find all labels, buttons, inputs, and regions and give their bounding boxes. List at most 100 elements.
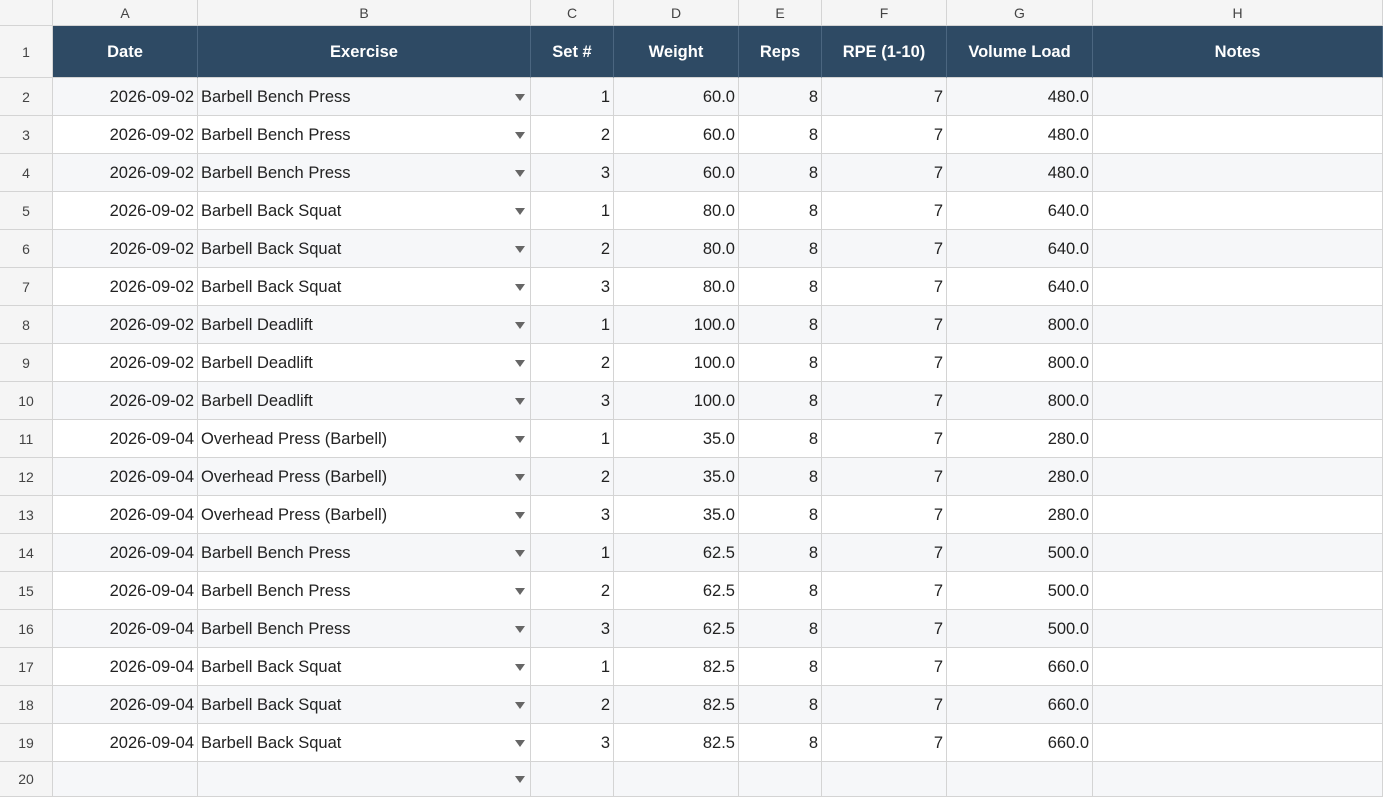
set-number-cell[interactable]: 2 — [531, 230, 614, 268]
rpe-cell[interactable]: 7 — [822, 572, 947, 610]
set-number-cell[interactable]: 3 — [531, 268, 614, 306]
date-cell[interactable]: 2026-09-04 — [53, 648, 198, 686]
rpe-cell[interactable]: 7 — [822, 382, 947, 420]
reps-cell[interactable]: 8 — [739, 154, 822, 192]
weight-cell[interactable]: 60.0 — [614, 78, 739, 116]
header-cell-volume[interactable]: Volume Load — [947, 26, 1093, 78]
date-cell[interactable]: 2026-09-04 — [53, 534, 198, 572]
reps-cell[interactable]: 8 — [739, 192, 822, 230]
weight-cell[interactable]: 100.0 — [614, 344, 739, 382]
header-cell-notes[interactable]: Notes — [1093, 26, 1383, 78]
rpe-cell[interactable]: 7 — [822, 610, 947, 648]
row-header-10[interactable]: 10 — [0, 382, 53, 420]
set-number-cell[interactable]: 3 — [531, 496, 614, 534]
column-header-e[interactable]: E — [739, 0, 822, 26]
chevron-down-icon[interactable] — [515, 283, 525, 291]
row-header-14[interactable]: 14 — [0, 534, 53, 572]
date-cell[interactable]: 2026-09-02 — [53, 268, 198, 306]
chevron-down-icon[interactable] — [515, 701, 525, 709]
weight-cell[interactable]: 80.0 — [614, 230, 739, 268]
date-cell[interactable]: 2026-09-02 — [53, 78, 198, 116]
chevron-down-icon[interactable] — [515, 245, 525, 253]
row-header-12[interactable]: 12 — [0, 458, 53, 496]
volume-load-cell[interactable]: 280.0 — [947, 496, 1093, 534]
exercise-cell[interactable]: Barbell Bench Press — [198, 154, 531, 192]
volume-load-cell[interactable]: 660.0 — [947, 648, 1093, 686]
chevron-down-icon[interactable] — [515, 473, 525, 481]
row-header-11[interactable]: 11 — [0, 420, 53, 458]
date-cell[interactable]: 2026-09-04 — [53, 724, 198, 762]
reps-cell[interactable]: 8 — [739, 610, 822, 648]
chevron-down-icon[interactable] — [515, 435, 525, 443]
weight-cell[interactable]: 60.0 — [614, 116, 739, 154]
rpe-cell[interactable] — [822, 762, 947, 797]
row-header-4[interactable]: 4 — [0, 154, 53, 192]
row-header-16[interactable]: 16 — [0, 610, 53, 648]
reps-cell[interactable]: 8 — [739, 344, 822, 382]
rpe-cell[interactable]: 7 — [822, 420, 947, 458]
exercise-cell[interactable]: Overhead Press (Barbell) — [198, 420, 531, 458]
notes-cell[interactable] — [1093, 610, 1383, 648]
row-header-20[interactable]: 20 — [0, 762, 53, 797]
row-header-1[interactable]: 1 — [0, 26, 53, 78]
notes-cell[interactable] — [1093, 686, 1383, 724]
notes-cell[interactable] — [1093, 724, 1383, 762]
row-header-18[interactable]: 18 — [0, 686, 53, 724]
date-cell[interactable]: 2026-09-02 — [53, 192, 198, 230]
rpe-cell[interactable]: 7 — [822, 268, 947, 306]
chevron-down-icon[interactable] — [515, 321, 525, 329]
notes-cell[interactable] — [1093, 306, 1383, 344]
exercise-cell[interactable]: Barbell Bench Press — [198, 610, 531, 648]
rpe-cell[interactable]: 7 — [822, 686, 947, 724]
reps-cell[interactable]: 8 — [739, 382, 822, 420]
exercise-cell[interactable]: Barbell Bench Press — [198, 572, 531, 610]
notes-cell[interactable] — [1093, 344, 1383, 382]
reps-cell[interactable]: 8 — [739, 230, 822, 268]
column-header-d[interactable]: D — [614, 0, 739, 26]
chevron-down-icon[interactable] — [515, 359, 525, 367]
reps-cell[interactable] — [739, 762, 822, 797]
rpe-cell[interactable]: 7 — [822, 116, 947, 154]
rpe-cell[interactable]: 7 — [822, 306, 947, 344]
volume-load-cell[interactable]: 480.0 — [947, 78, 1093, 116]
weight-cell[interactable]: 35.0 — [614, 458, 739, 496]
weight-cell[interactable]: 82.5 — [614, 686, 739, 724]
exercise-cell[interactable]: Overhead Press (Barbell) — [198, 458, 531, 496]
column-header-h[interactable]: H — [1093, 0, 1383, 26]
volume-load-cell[interactable]: 660.0 — [947, 724, 1093, 762]
row-header-19[interactable]: 19 — [0, 724, 53, 762]
notes-cell[interactable] — [1093, 154, 1383, 192]
set-number-cell[interactable]: 2 — [531, 572, 614, 610]
row-header-7[interactable]: 7 — [0, 268, 53, 306]
chevron-down-icon[interactable] — [515, 131, 525, 139]
rpe-cell[interactable]: 7 — [822, 458, 947, 496]
volume-load-cell[interactable] — [947, 762, 1093, 797]
chevron-down-icon[interactable] — [515, 511, 525, 519]
reps-cell[interactable]: 8 — [739, 420, 822, 458]
volume-load-cell[interactable]: 280.0 — [947, 458, 1093, 496]
volume-load-cell[interactable]: 660.0 — [947, 686, 1093, 724]
weight-cell[interactable]: 62.5 — [614, 610, 739, 648]
column-header-f[interactable]: F — [822, 0, 947, 26]
row-header-15[interactable]: 15 — [0, 572, 53, 610]
chevron-down-icon[interactable] — [515, 739, 525, 747]
column-header-a[interactable]: A — [53, 0, 198, 26]
row-header-13[interactable]: 13 — [0, 496, 53, 534]
notes-cell[interactable] — [1093, 382, 1383, 420]
set-number-cell[interactable]: 1 — [531, 420, 614, 458]
header-cell-date[interactable]: Date — [53, 26, 198, 78]
rpe-cell[interactable]: 7 — [822, 724, 947, 762]
rpe-cell[interactable]: 7 — [822, 78, 947, 116]
weight-cell[interactable]: 35.0 — [614, 496, 739, 534]
exercise-cell[interactable] — [198, 762, 531, 797]
rpe-cell[interactable]: 7 — [822, 192, 947, 230]
volume-load-cell[interactable]: 500.0 — [947, 572, 1093, 610]
weight-cell[interactable]: 82.5 — [614, 724, 739, 762]
row-header-5[interactable]: 5 — [0, 192, 53, 230]
reps-cell[interactable]: 8 — [739, 724, 822, 762]
notes-cell[interactable] — [1093, 268, 1383, 306]
notes-cell[interactable] — [1093, 458, 1383, 496]
chevron-down-icon[interactable] — [515, 207, 525, 215]
header-cell-reps[interactable]: Reps — [739, 26, 822, 78]
header-cell-weight[interactable]: Weight — [614, 26, 739, 78]
